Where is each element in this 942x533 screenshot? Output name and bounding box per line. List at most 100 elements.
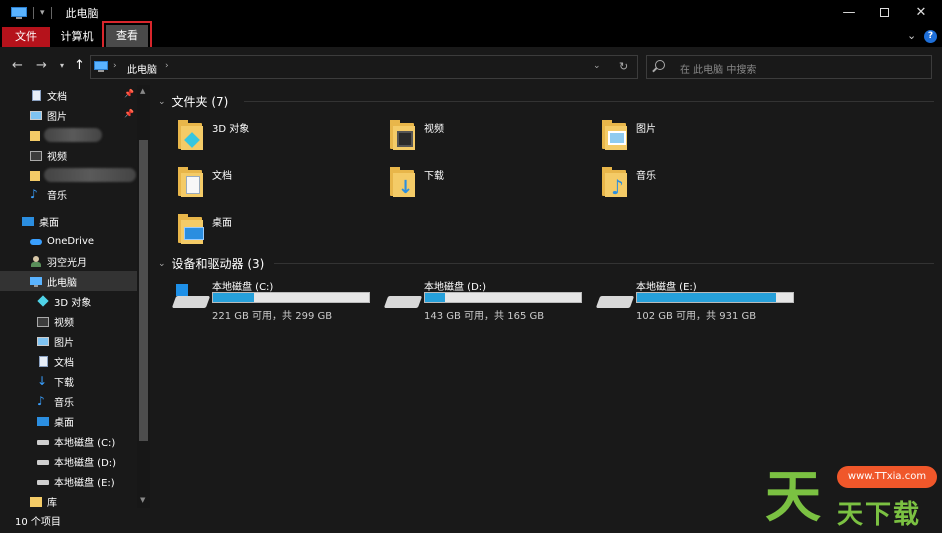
sidebar-scrollbar[interactable]: ▲ ▼	[137, 85, 150, 508]
folder-tile-documents[interactable]: 文档	[172, 164, 372, 208]
sidebar-item-drive-c[interactable]: 本地磁盘 (C:)	[37, 431, 137, 451]
address-bar[interactable]: › 此电脑 › ⌄ ↻	[90, 55, 638, 79]
sidebar-item-this-pc[interactable]: 此电脑	[0, 271, 137, 291]
refresh-icon[interactable]: ↻	[619, 60, 628, 73]
collapse-chevron-icon[interactable]: ⌄	[158, 97, 166, 107]
documents-icon	[30, 89, 42, 101]
minimize-icon: —	[842, 5, 856, 20]
tab-view-label: 查看	[106, 25, 148, 47]
computer-icon	[30, 276, 42, 287]
recent-locations-icon[interactable]: ▾	[60, 61, 64, 70]
videos-folder-icon	[384, 117, 418, 151]
group-divider	[274, 263, 934, 264]
help-icon[interactable]: ?	[924, 30, 937, 43]
videos-icon	[30, 150, 42, 161]
folder-icon	[30, 130, 42, 141]
folder-tile-desktop[interactable]: 桌面	[172, 211, 372, 255]
watermark-logo: 天 www.TTxia.com 天下载	[765, 458, 940, 530]
drive-tile-d[interactable]: 本地磁盘 (D:) 143 GB 可用，共 165 GB	[382, 278, 592, 322]
sidebar-item-user[interactable]: 羽空光月	[30, 251, 137, 271]
close-icon: ✕	[915, 5, 927, 20]
folder-tile-music[interactable]: ♪ 音乐	[596, 164, 796, 208]
desktop-icon	[22, 216, 34, 227]
cube-icon	[37, 294, 49, 307]
item-count: 10 个项目	[15, 517, 61, 528]
computer-icon	[11, 6, 27, 19]
sidebar-item-3d-objects[interactable]: 3D 对象	[37, 291, 137, 311]
explorer-window: ▾ 此电脑 — ✕ 文件 计算机 查看 ⌄ ? ← → ▾ ↑ › 此电脑 › …	[0, 0, 942, 531]
folders-group-header[interactable]: ⌄ 文件夹 (7)	[158, 93, 934, 110]
pin-icon[interactable]: 📌	[124, 89, 134, 98]
sidebar-item-documents-pc[interactable]: 文档	[37, 351, 137, 371]
folder-tile-pictures[interactable]: 图片	[596, 117, 796, 161]
tab-computer[interactable]: 计算机	[52, 27, 102, 47]
content-pane: ⌄ 文件夹 (7) 3D 对象 视频 图片 文档 ↓ 下载 ♪ 音乐 桌面 ⌄ …	[152, 85, 942, 508]
sidebar-item-documents[interactable]: 文档	[30, 85, 137, 105]
folder-tile-3d-objects[interactable]: 3D 对象	[172, 117, 372, 161]
sidebar-item-music-pc[interactable]: ♪ 音乐	[37, 391, 137, 411]
3d-objects-folder-icon	[172, 117, 206, 151]
close-button[interactable]: ✕	[898, 0, 942, 25]
navigation-bar: ← → ▾ ↑ › 此电脑 › ⌄ ↻ 在 此电脑 中搜索	[0, 47, 942, 85]
scroll-up-icon[interactable]: ▲	[140, 87, 145, 95]
drive-usage-fill	[425, 293, 446, 302]
drive-tile-c[interactable]: 本地磁盘 (C:) 221 GB 可用，共 299 GB	[170, 278, 380, 322]
drive-icon	[37, 436, 49, 447]
folder-tile-downloads[interactable]: ↓ 下载	[384, 164, 584, 208]
sidebar-item-desktop-pc[interactable]: 桌面	[37, 411, 137, 431]
drive-icon	[595, 290, 635, 308]
window-title: 此电脑	[65, 6, 99, 20]
drive-icon	[37, 456, 49, 467]
title-separator	[33, 6, 34, 19]
ribbon-tabs: 文件 计算机 查看 ⌄ ?	[0, 21, 942, 51]
address-dropdown-icon[interactable]: ⌄	[593, 61, 601, 71]
pin-icon[interactable]: 📌	[124, 109, 134, 118]
folder-icon	[30, 170, 42, 181]
sidebar-item-drive-d[interactable]: 本地磁盘 (D:)	[37, 451, 137, 471]
sidebar-item-pictures[interactable]: 图片	[30, 105, 137, 125]
drive-tile-e[interactable]: 本地磁盘 (E:) 102 GB 可用，共 931 GB	[594, 278, 804, 322]
sidebar-item-videos[interactable]: 视频	[30, 145, 137, 165]
breadcrumb-this-pc[interactable]: 此电脑	[127, 61, 157, 76]
drives-group-header[interactable]: ⌄ 设备和驱动器 (3)	[158, 255, 934, 272]
blurred-label	[44, 128, 102, 142]
group-divider	[244, 101, 934, 102]
drive-usage-fill	[213, 293, 254, 302]
download-icon: ↓	[37, 373, 48, 388]
sidebar-item-pictures-pc[interactable]: 图片	[37, 331, 137, 351]
watermark-rest: 天下载	[837, 500, 922, 530]
folder-tile-videos[interactable]: 视频	[384, 117, 584, 161]
tab-file[interactable]: 文件	[2, 27, 50, 47]
documents-icon	[37, 355, 49, 367]
pictures-icon	[30, 110, 42, 121]
breadcrumb-chevron-icon[interactable]: ›	[165, 61, 169, 71]
pictures-icon	[37, 336, 49, 347]
up-button[interactable]: ↑	[74, 58, 85, 73]
drive-usage-fill	[637, 293, 776, 302]
ribbon-expand-icon[interactable]: ⌄	[907, 29, 916, 42]
sidebar-item-downloads[interactable]: ↓ 下载	[37, 371, 137, 391]
sidebar-item-desktop[interactable]: 桌面	[22, 211, 137, 231]
forward-button[interactable]: →	[36, 58, 47, 73]
search-icon	[655, 60, 665, 70]
back-button[interactable]: ←	[12, 58, 23, 73]
scrollbar-thumb[interactable]	[139, 140, 148, 441]
sidebar-item-onedrive[interactable]: OneDrive	[30, 231, 137, 251]
watermark-site: www.TTxia.com	[837, 466, 937, 488]
pictures-folder-icon	[596, 117, 630, 151]
drive-icon	[383, 290, 423, 308]
sidebar-item-videos-pc[interactable]: 视频	[37, 311, 137, 331]
videos-icon	[37, 316, 49, 327]
scroll-down-icon[interactable]: ▼	[140, 496, 145, 504]
search-input[interactable]: 在 此电脑 中搜索	[680, 61, 756, 76]
user-icon	[30, 255, 42, 267]
music-folder-icon: ♪	[596, 164, 630, 199]
quick-access-dropdown-icon[interactable]: ▾	[40, 8, 45, 18]
desktop-icon	[37, 416, 49, 427]
breadcrumb-chevron-icon[interactable]: ›	[113, 61, 117, 71]
sidebar-item-music[interactable]: ♪ 音乐	[30, 184, 137, 204]
watermark-main-glyph: 天	[765, 465, 821, 530]
search-box[interactable]: 在 此电脑 中搜索	[646, 55, 932, 79]
sidebar-item-drive-e[interactable]: 本地磁盘 (E:)	[37, 471, 137, 491]
collapse-chevron-icon[interactable]: ⌄	[158, 259, 166, 269]
